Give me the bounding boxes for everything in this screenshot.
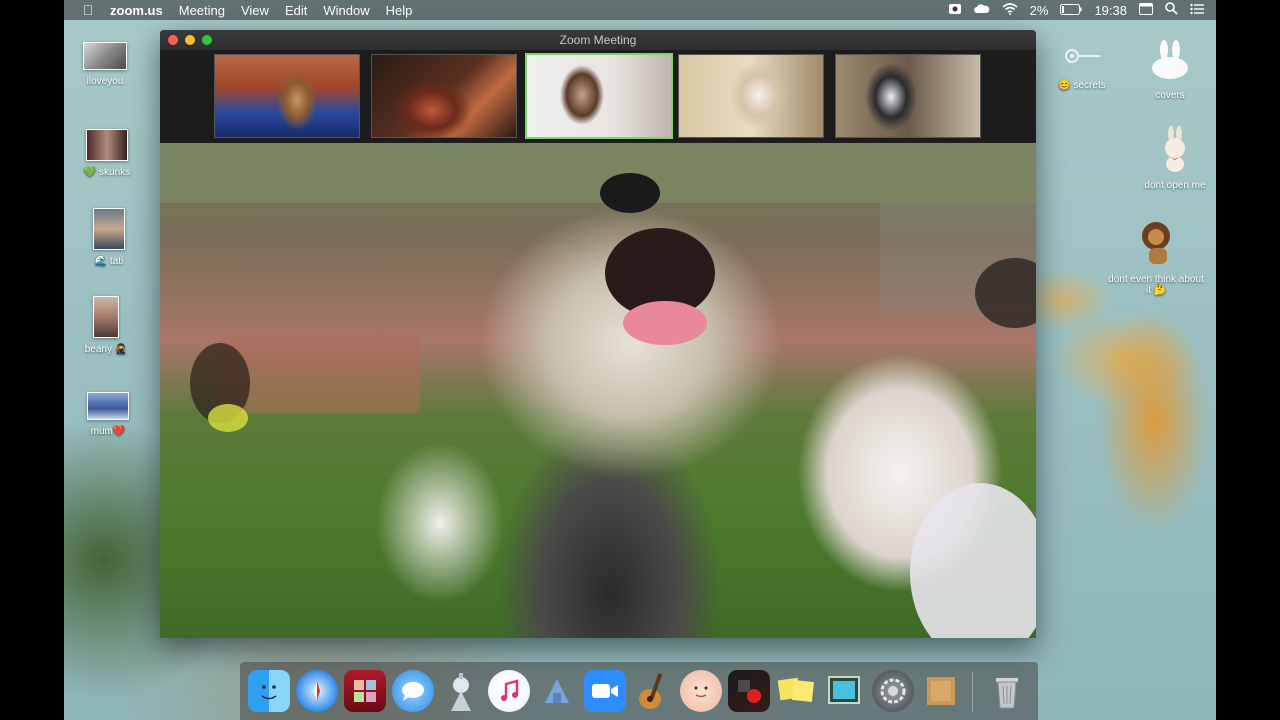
participant-video-tile-active-speaker[interactable]: [525, 53, 673, 139]
menu-window[interactable]: Window: [323, 3, 369, 18]
desktop:  zoom.us Meeting View Edit Window Help …: [64, 0, 1216, 720]
screen-record-icon[interactable]: [948, 3, 962, 18]
messages-icon[interactable]: [392, 670, 434, 712]
bunny-sticker-icon: [1148, 40, 1192, 80]
desktop-icon-label: beany 🥷: [84, 344, 128, 355]
participant-video-tile[interactable]: [371, 54, 517, 138]
safari-icon[interactable]: [296, 670, 338, 712]
desktop-icon-skunks[interactable]: 💚 skunks: [64, 129, 152, 178]
desktop-icon-dont-open-me[interactable]: dont open me: [1125, 126, 1216, 191]
desktop-icon-label: 😊 secrets: [1058, 80, 1106, 91]
notification-center-icon[interactable]: [1190, 3, 1204, 18]
zoom-meeting-window: Zoom Meeting: [160, 30, 1036, 638]
notes-icon[interactable]: [776, 670, 818, 712]
image-thumbnail-icon: [93, 296, 119, 338]
desktop-icon-label: dont open me: [1144, 180, 1206, 191]
system-preferences-icon[interactable]: [872, 670, 914, 712]
image-thumbnail-icon: [83, 42, 127, 70]
calendar-icon[interactable]: [1139, 2, 1153, 18]
photo-app-icon[interactable]: [728, 670, 770, 712]
desktop-icon-label: dont even think about it 🤔: [1108, 274, 1204, 296]
desktop-icon-covers[interactable]: covers: [1125, 40, 1215, 101]
active-speaker-video[interactable]: [160, 143, 1036, 638]
desktop-icon-dont-even-think[interactable]: dont even think about it 🤔: [1108, 220, 1204, 296]
app-store-icon[interactable]: [536, 670, 578, 712]
launchpad-icon[interactable]: [440, 670, 482, 712]
preview-icon[interactable]: [824, 670, 866, 712]
zoom-icon[interactable]: [584, 670, 626, 712]
photo-booth-icon[interactable]: [344, 670, 386, 712]
bunny-character-icon: [1160, 126, 1190, 172]
window-titlebar[interactable]: Zoom Meeting: [160, 30, 1036, 50]
dog-video-frame: [160, 143, 1036, 638]
dock: [240, 662, 1038, 720]
image-thumbnail-icon: [87, 392, 129, 420]
participant-video-tile[interactable]: [214, 54, 360, 138]
desktop-icon-label: 🌊 tati: [94, 256, 124, 267]
menu-view[interactable]: View: [241, 3, 269, 18]
creative-cloud-icon[interactable]: [973, 3, 990, 18]
desktop-icon-label: iloveyou: [86, 76, 124, 87]
menu-app-name[interactable]: zoom.us: [110, 3, 163, 18]
garageband-icon[interactable]: [632, 670, 674, 712]
clock[interactable]: 19:38: [1094, 3, 1127, 18]
spotlight-search-icon[interactable]: [1165, 2, 1178, 18]
desktop-icon-secrets[interactable]: 😊 secrets: [1037, 44, 1127, 91]
desktop-icon-label: covers: [1155, 90, 1185, 101]
finder-icon[interactable]: [248, 670, 290, 712]
music-icon[interactable]: [488, 670, 530, 712]
trash-icon[interactable]: [986, 670, 1028, 712]
participant-video-tile[interactable]: [678, 54, 824, 138]
image-thumbnail-icon: [86, 129, 128, 161]
desktop-icon-iloveyou[interactable]: iloveyou: [64, 42, 150, 87]
menu-help[interactable]: Help: [386, 3, 413, 18]
desktop-icon-label: mum❤️: [90, 426, 126, 437]
battery-icon[interactable]: [1060, 3, 1082, 18]
folder-icon[interactable]: [920, 670, 962, 712]
flower-sticker-icon: [1062, 44, 1102, 72]
participant-strip: [160, 50, 1036, 142]
image-thumbnail-icon: [93, 208, 125, 250]
wifi-icon[interactable]: [1002, 2, 1018, 18]
menu-bar:  zoom.us Meeting View Edit Window Help …: [64, 0, 1216, 20]
desktop-icon-mum[interactable]: mum❤️: [64, 392, 153, 437]
desktop-icon-label: 💚 skunks: [83, 167, 131, 178]
desktop-icon-tati[interactable]: 🌊 tati: [64, 208, 154, 267]
participant-video-tile[interactable]: [835, 54, 981, 138]
menu-meeting[interactable]: Meeting: [179, 3, 225, 18]
window-title: Zoom Meeting: [559, 33, 637, 47]
apple-menu-icon[interactable]: : [80, 2, 96, 18]
menu-edit[interactable]: Edit: [285, 3, 307, 18]
status-area: 2% 19:38: [948, 0, 1204, 20]
dock-separator: [972, 672, 973, 712]
lion-sticker-icon: [1133, 220, 1179, 268]
face-app-icon[interactable]: [680, 670, 722, 712]
desktop-icon-beany[interactable]: beany 🥷: [64, 296, 151, 355]
battery-percent[interactable]: 2%: [1030, 3, 1049, 18]
